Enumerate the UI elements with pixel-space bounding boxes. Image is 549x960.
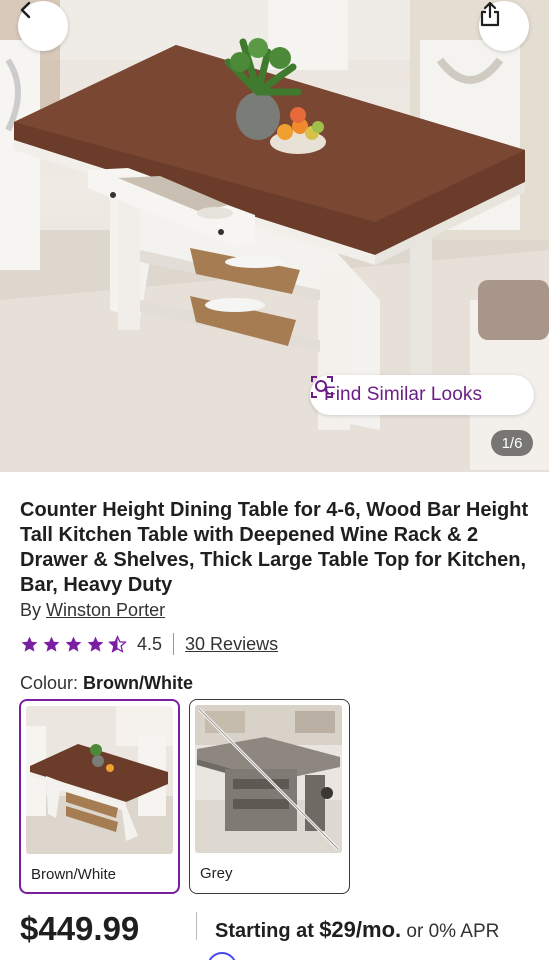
price: $449.99 (20, 910, 140, 947)
find-similar-looks-button[interactable]: Find Similar Looks (310, 375, 534, 415)
monthly-price: $29/mo. (319, 917, 402, 942)
rating-divider (173, 633, 175, 655)
reviews-link[interactable]: 30 Reviews (185, 634, 278, 655)
visual-search-icon (311, 376, 333, 398)
product-title: Counter Height Dining Table for 4-6, Woo… (20, 499, 529, 596)
rating-value: 4.5 (137, 633, 163, 654)
half-star-icon (108, 634, 127, 653)
brand-byline: By Winston Porter (20, 600, 165, 621)
star-icon (65, 636, 82, 652)
financing-offer[interactable]: Starting at $29/mo. or 0% APR (215, 917, 499, 943)
affirm-row: or (188, 946, 238, 960)
colour-label: Colour: Brown/White (20, 673, 193, 694)
chevron-left-icon (20, 1, 31, 19)
image-counter: 1/6 (491, 430, 533, 456)
colour-option-brown-white[interactable]: Brown/White (19, 699, 180, 894)
swatch-thumbnail (26, 706, 173, 854)
or-text: or (188, 956, 201, 960)
starting-at-label: Starting at (215, 920, 314, 942)
share-button[interactable] (479, 1, 529, 51)
back-button[interactable] (18, 1, 68, 51)
star-icon (87, 636, 104, 652)
apr-text: or 0% APR (406, 921, 500, 942)
swatch-label: Brown/White (31, 866, 117, 883)
star-icon (21, 636, 38, 652)
product-image-gallery[interactable]: Find Similar Looks 1/6 (0, 0, 549, 472)
star-rating (20, 634, 127, 654)
colour-selected-value: Brown/White (83, 673, 194, 693)
share-icon (480, 1, 500, 27)
colour-label-prefix: Colour: (20, 673, 79, 693)
rating-row: 4.5 30 Reviews (20, 632, 278, 656)
price-divider (196, 912, 197, 940)
star-icon (43, 636, 60, 652)
swatch-thumbnail (195, 705, 342, 853)
by-prefix: By (20, 600, 42, 620)
colour-option-grey[interactable]: Grey (189, 699, 350, 894)
brand-link[interactable]: Winston Porter (46, 600, 165, 620)
affirm-logo-icon (207, 952, 238, 960)
find-similar-label: Find Similar Looks (324, 384, 483, 405)
swatch-label: Grey (200, 865, 233, 882)
